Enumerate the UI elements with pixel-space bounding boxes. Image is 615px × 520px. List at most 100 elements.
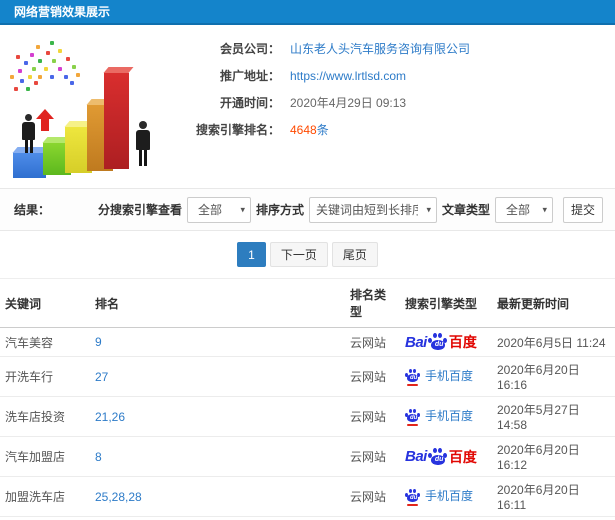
promo-url-link[interactable]: https://www.lrtlsd.com (290, 69, 406, 83)
businessman-figure-left (22, 114, 35, 153)
article-type-label: 文章类型 (441, 203, 490, 217)
rank-cell: 21,26 (90, 396, 345, 437)
engine-filter-wrap: 全部 (186, 196, 251, 223)
keyword-cell: 加盟洗车店 (0, 476, 90, 517)
table-row: 洗车赚钱吗30云网站du手机百度2020年6月20日 16:12 (0, 516, 615, 520)
last-page-button[interactable]: 尾页 (331, 242, 378, 267)
col-header-rank-type: 排名类型 (345, 278, 400, 328)
col-header-rank: 排名 (90, 278, 345, 328)
rank-cell: 30 (90, 516, 345, 520)
table-header-row: 关键词 排名 排名类型 搜索引擎类型 最新更新时间 (0, 278, 615, 328)
col-header-updated: 最新更新时间 (492, 278, 615, 328)
keyword-cell: 汽车加盟店 (0, 436, 90, 477)
confetti-decoration (6, 35, 10, 39)
table-row: 汽车美容 9 云网站 Bai du 百度 2020年6月5日 11:24 (0, 327, 615, 357)
article-type-select[interactable]: 全部 (495, 196, 553, 223)
filter-controls: 分搜索引擎查看 全部 排序方式 关键词由短到长排序 文章类型 全部 提交 (93, 196, 615, 223)
baidu-paw-icon: du (427, 333, 448, 351)
pagination: 1 下一页 尾页 (0, 231, 615, 278)
keyword-cell: 汽车美容 (0, 327, 90, 357)
engine-cell: du 手机百度 (400, 396, 492, 437)
rank-cell: 25,28,28 (90, 476, 345, 517)
rank-cell: 8 (90, 436, 345, 477)
updated-cell: 2020年6月20日 16:16 (492, 356, 615, 397)
top-section: 会员公司： 山东老人头汽车服务咨询有限公司 推广地址： https://www.… (0, 25, 615, 189)
open-time-label: 开通时间： (219, 96, 280, 110)
col-header-engine-type: 搜索引擎类型 (400, 278, 492, 328)
mobile-baidu-logo: du 手机百度 (405, 487, 474, 506)
sort-filter-wrap: 关键词由短到长排序 (308, 196, 437, 223)
baidu-logo: Bai du 百度 (405, 447, 477, 466)
updated-cell: 2020年5月27日 14:58 (492, 396, 615, 437)
promo-url-label: 推广地址： (219, 69, 280, 83)
company-name-link[interactable]: 山东老人头汽车服务咨询有限公司 (290, 40, 470, 57)
company-info-panel: 会员公司： 山东老人头汽车服务咨询有限公司 推广地址： https://www.… (185, 25, 615, 188)
engine-rank-unit: 条 (316, 123, 329, 137)
mobile-baidu-paw-icon: du (405, 408, 421, 426)
table-row: 汽车加盟店 8 云网站 Bai du 百度 2020年6月20日 16:12 (0, 436, 615, 477)
filter-bar: 结果： 分搜索引擎查看 全部 排序方式 关键词由短到长排序 文章类型 全部 提交 (0, 189, 615, 231)
keyword-cell: 开洗车行 (0, 356, 90, 397)
sort-filter-select[interactable]: 关键词由短到长排序 (308, 196, 437, 223)
rank-cell: 27 (90, 356, 345, 397)
results-table: 关键词 排名 排名类型 搜索引擎类型 最新更新时间 汽车美容 9 云网站 Bai du 百… (0, 278, 615, 520)
engine-cell: du 手机百度 (400, 356, 492, 397)
engine-cell: Bai du 百度 (400, 327, 492, 357)
table-row: 洗车店投资 21,26 云网站 du 手机百度 2020年5月27日 14:58 (0, 396, 615, 437)
bar-chart-illustration (0, 25, 185, 188)
mobile-baidu-paw-icon: du (405, 368, 421, 386)
info-row-rank: 搜索引擎排名： 4648 条 (185, 116, 615, 143)
mobile-baidu-paw-icon: du (405, 488, 421, 506)
illustration-bar-blue (13, 153, 46, 178)
page-number-current[interactable]: 1 (237, 242, 266, 267)
engine-cell: du 手机百度 (400, 476, 492, 517)
businessman-figure-right (136, 121, 150, 166)
updated-cell: 2020年6月5日 11:24 (492, 327, 615, 357)
rank-link[interactable]: 8 (95, 450, 102, 464)
info-row-company: 会员公司： 山东老人头汽车服务咨询有限公司 (185, 35, 615, 62)
rank-type-cell: 云网站 (345, 516, 400, 520)
rank-type-cell: 云网站 (345, 327, 400, 357)
table-row: 加盟洗车店 25,28,28 云网站 du 手机百度 2020年6月20日 16:11 (0, 476, 615, 517)
col-header-keyword: 关键词 (0, 278, 90, 328)
rank-type-cell: 云网站 (345, 436, 400, 477)
info-row-url: 推广地址： https://www.lrtlsd.com (185, 62, 615, 89)
engine-cell: du手机百度 (400, 516, 492, 520)
keyword-cell: 洗车赚钱吗 (0, 516, 90, 520)
mobile-baidu-label: 手机百度 (425, 489, 474, 504)
submit-button[interactable]: 提交 (563, 196, 603, 223)
mobile-baidu-logo: du 手机百度 (405, 407, 474, 426)
mobile-baidu-label: 手机百度 (425, 409, 474, 424)
illustration-bar-red (104, 73, 129, 169)
mobile-baidu-logo: du 手机百度 (405, 367, 474, 386)
rank-type-cell: 云网站 (345, 356, 400, 397)
article-type-wrap: 全部 (495, 196, 553, 223)
result-label: 结果： (14, 203, 51, 217)
rank-link[interactable]: 21,26 (95, 410, 125, 424)
info-row-open-time: 开通时间： 2020年4月29日 09:13 (185, 89, 615, 116)
updated-cell: 2020年6月20日 16:12 (492, 436, 615, 477)
rank-type-cell: 云网站 (345, 476, 400, 517)
rank-link[interactable]: 27 (95, 370, 108, 384)
baidu-paw-icon: du (427, 447, 448, 466)
rank-link[interactable]: 25,28,28 (95, 490, 142, 504)
updated-cell: 2020年6月20日 16:11 (492, 476, 615, 517)
rank-cell: 9 (90, 327, 345, 357)
engine-filter-select[interactable]: 全部 (186, 196, 251, 223)
updated-cell: 2020年6月20日 16:12 (492, 516, 615, 520)
open-time-value: 2020年4月29日 09:13 (290, 96, 407, 110)
page-title: 网络营销效果展示 (14, 5, 111, 19)
next-page-button[interactable]: 下一页 (269, 242, 328, 267)
engine-filter-label: 分搜索引擎查看 (97, 203, 182, 217)
table-body: 汽车美容 9 云网站 Bai du 百度 2020年6月5日 11:24 开洗车行 27 云网站 d… (0, 327, 615, 520)
engine-rank-label: 搜索引擎排名： (195, 123, 280, 137)
mobile-baidu-label: 手机百度 (425, 369, 474, 384)
sort-filter-label: 排序方式 (255, 203, 304, 217)
table-row: 开洗车行 27 云网站 du 手机百度 2020年6月20日 16:16 (0, 356, 615, 397)
baidu-logo: Bai du 百度 (405, 333, 477, 351)
engine-rank-count: 4648 (290, 122, 317, 137)
rank-link[interactable]: 9 (95, 335, 102, 349)
page: 网络营销效果展示 会员公司： 山东老人头汽车服务咨询有限公司 推广地址： htt… (0, 0, 615, 520)
up-arrow-icon (36, 109, 54, 131)
page-header: 网络营销效果展示 (0, 0, 615, 25)
